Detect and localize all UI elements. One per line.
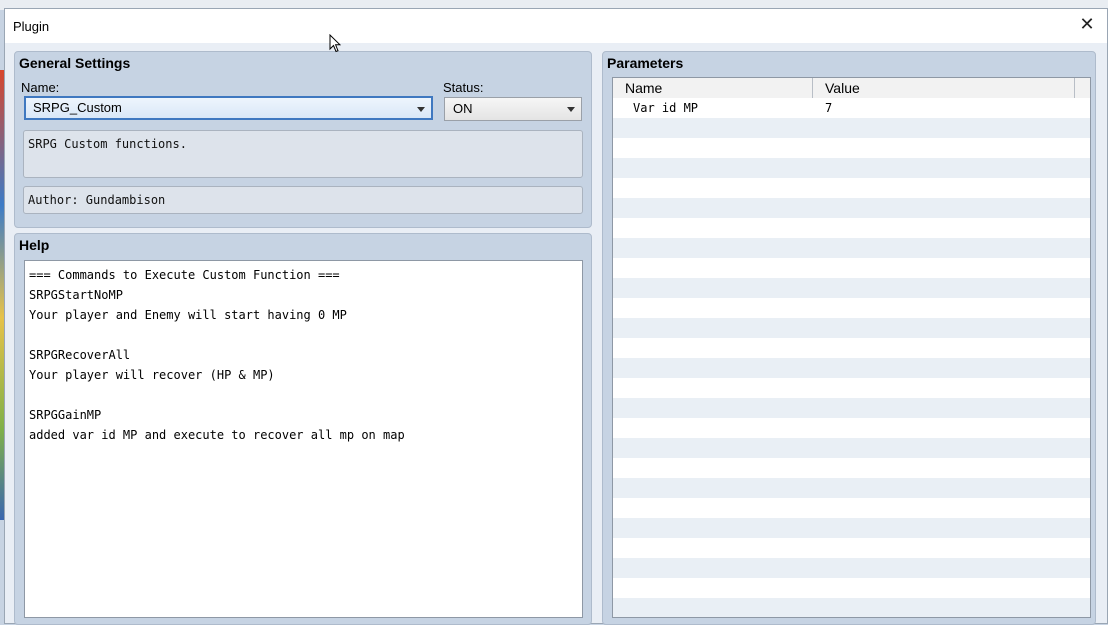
help-group: Help === Commands to Execute Custom Func… xyxy=(14,233,592,625)
help-line: SRPGGainMP xyxy=(29,408,102,422)
help-heading: Help xyxy=(19,237,50,253)
parameters-rows: Var id MP 7 xyxy=(613,98,1090,617)
dialog-client-area: General Settings Name: Status: SRPG_Cust… xyxy=(5,43,1107,625)
help-line xyxy=(29,385,578,405)
chevron-down-icon xyxy=(417,107,425,112)
help-line: Your player will recover (HP & MP) xyxy=(29,368,275,382)
name-dropdown-value: SRPG_Custom xyxy=(33,100,122,115)
window-title: Plugin xyxy=(13,19,50,34)
title-bar: Plugin ✕ xyxy=(5,9,1107,43)
help-line: SRPGRecoverAll xyxy=(29,348,131,362)
column-header-value[interactable]: Value xyxy=(813,78,1075,98)
table-row[interactable]: Var id MP 7 xyxy=(613,98,1090,118)
parameters-heading: Parameters xyxy=(607,55,684,71)
general-settings-heading: General Settings xyxy=(19,55,131,71)
help-text-area[interactable]: === Commands to Execute Custom Function … xyxy=(24,260,583,618)
parameter-name-cell: Var id MP xyxy=(633,101,699,115)
help-line: Your player and Enemy will start having … xyxy=(29,308,347,322)
help-line: added var id MP and execute to recover a… xyxy=(29,428,405,442)
name-dropdown[interactable]: SRPG_Custom xyxy=(24,96,433,120)
parameters-group: Parameters Name Value Var id MP 7 xyxy=(602,51,1096,625)
status-dropdown[interactable]: ON xyxy=(444,97,582,121)
name-label: Name: xyxy=(21,80,60,95)
status-dropdown-value: ON xyxy=(453,101,473,116)
close-icon[interactable]: ✕ xyxy=(1067,9,1107,41)
mouse-cursor-icon xyxy=(329,34,341,53)
help-line xyxy=(29,325,578,345)
plugin-author: Author: Gundambison xyxy=(23,186,583,214)
parameters-table-header: Name Value xyxy=(613,78,1090,99)
plugin-description: SRPG Custom functions. xyxy=(23,130,583,178)
chevron-down-icon xyxy=(567,107,575,112)
parameter-value-cell: 7 xyxy=(825,101,833,115)
plugin-dialog: Plugin ✕ General Settings Name: Status: … xyxy=(4,8,1108,625)
status-label: Status: xyxy=(443,80,484,95)
general-settings-group: General Settings Name: Status: SRPG_Cust… xyxy=(14,51,592,228)
parameters-table: Name Value Var id MP 7 xyxy=(612,77,1091,618)
help-line: SRPGStartNoMP xyxy=(29,288,123,302)
help-line: === Commands to Execute Custom Function … xyxy=(29,268,340,282)
column-header-name[interactable]: Name xyxy=(613,78,813,98)
